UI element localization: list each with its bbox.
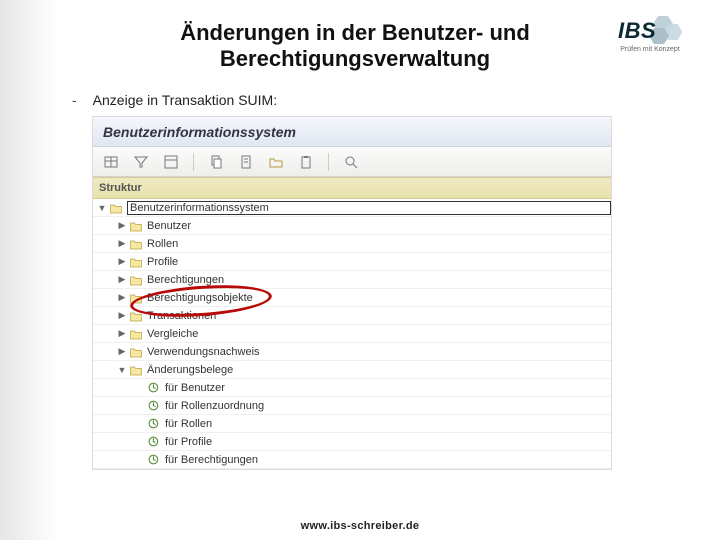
column-header-label: Struktur: [99, 182, 142, 194]
tree-label: Berechtigungsobjekte: [147, 292, 611, 304]
sap-screenshot: Benutzerinformationssystem Struktur ▼ Ben…: [92, 116, 612, 470]
chevron-right-icon[interactable]: ▶: [117, 221, 127, 231]
tree-branch[interactable]: ▶ Verwendungsnachweis: [93, 343, 611, 361]
logo-hex-icon: IBS: [618, 14, 682, 44]
tree-branch[interactable]: ▼ Änderungsbelege: [93, 361, 611, 379]
folder-icon: [129, 363, 143, 377]
bullet-item: - Anzeige in Transaktion SUIM:: [72, 92, 277, 108]
slide-title: Änderungen in der Benutzer- und Berechti…: [125, 20, 585, 73]
folder-icon: [129, 273, 143, 287]
folder-icon: [129, 291, 143, 305]
window-title: Benutzerinformationssystem: [103, 124, 296, 140]
tree-branch[interactable]: ▶ Rollen: [93, 235, 611, 253]
folder-icon: [129, 309, 143, 323]
logo-text: IBS: [618, 18, 656, 44]
slide-left-stripe: [0, 0, 58, 540]
tree-leaf[interactable]: ·für Berechtigungen: [93, 451, 611, 469]
tree-root[interactable]: ▼ Benutzerinformationssystem: [93, 199, 611, 217]
report-icon: [147, 399, 161, 413]
table-icon[interactable]: [101, 152, 121, 172]
tree-label: Änderungsbelege: [147, 364, 611, 376]
toolbar-separator: [193, 153, 194, 171]
tree-branch[interactable]: ▶ Berechtigungen: [93, 271, 611, 289]
tree-branch[interactable]: ▶ Vergleiche: [93, 325, 611, 343]
logo-subtitle: Prüfen mit Konzept: [620, 46, 680, 53]
report-icon: [147, 417, 161, 431]
folder-icon: [129, 255, 143, 269]
tree-label: für Rollenzuordnung: [165, 400, 611, 412]
chevron-right-icon[interactable]: ▶: [117, 275, 127, 285]
folder-icon: [109, 201, 123, 215]
folder-icon[interactable]: [266, 152, 286, 172]
chevron-right-icon[interactable]: ▶: [117, 257, 127, 267]
tree-view: ▼Benutzerinformationssystem▶Benutzer▶Rol…: [93, 199, 611, 469]
tree-branch[interactable]: ▶ Berechtigungsobjekte: [93, 289, 611, 307]
search-icon[interactable]: [341, 152, 361, 172]
folder-icon: [129, 327, 143, 341]
bullet-text: Anzeige in Transaktion SUIM:: [93, 92, 277, 108]
tree-branch[interactable]: ▶ Profile: [93, 253, 611, 271]
clipboard-icon[interactable]: [296, 152, 316, 172]
folder-icon: [129, 345, 143, 359]
tree-label: für Berechtigungen: [165, 454, 611, 466]
bullet-dash: -: [72, 92, 77, 108]
tree-branch[interactable]: ▶ Benutzer: [93, 217, 611, 235]
chevron-right-icon[interactable]: ▶: [117, 293, 127, 303]
window-header: Benutzerinformationssystem: [93, 117, 611, 147]
column-header: Struktur: [93, 177, 611, 199]
tree-label: Transaktionen: [147, 310, 611, 322]
folder-icon: [129, 237, 143, 251]
tree-leaf[interactable]: ·für Profile: [93, 433, 611, 451]
tree-root-label: Benutzerinformationssystem: [127, 201, 611, 215]
tree-label: Verwendungsnachweis: [147, 346, 611, 358]
tree-label: für Rollen: [165, 418, 611, 430]
chevron-down-icon[interactable]: ▼: [117, 365, 127, 375]
page-icon[interactable]: [236, 152, 256, 172]
tree-label: für Profile: [165, 436, 611, 448]
tree-label: Profile: [147, 256, 611, 268]
tree-leaf[interactable]: ·für Rollen: [93, 415, 611, 433]
tree-label: Vergleiche: [147, 328, 611, 340]
toolbar-separator: [328, 153, 329, 171]
tree-label: für Benutzer: [165, 382, 611, 394]
copy-icon[interactable]: [206, 152, 226, 172]
report-icon: [147, 435, 161, 449]
chevron-right-icon[interactable]: ▶: [117, 311, 127, 321]
folder-icon: [129, 219, 143, 233]
chevron-down-icon[interactable]: ▼: [97, 203, 107, 213]
layout-icon[interactable]: [161, 152, 181, 172]
tree-leaf[interactable]: ·für Rollenzuordnung: [93, 397, 611, 415]
chevron-right-icon[interactable]: ▶: [117, 347, 127, 357]
report-icon: [147, 381, 161, 395]
chevron-right-icon[interactable]: ▶: [117, 239, 127, 249]
tree-leaf[interactable]: ·für Benutzer: [93, 379, 611, 397]
logo: IBS Prüfen mit Konzept: [600, 14, 700, 60]
filter-icon[interactable]: [131, 152, 151, 172]
tree-branch[interactable]: ▶ Transaktionen: [93, 307, 611, 325]
tree-label: Rollen: [147, 238, 611, 250]
tree-label: Berechtigungen: [147, 274, 611, 286]
footer-url: www.ibs-schreiber.de: [0, 520, 720, 532]
toolbar: [93, 147, 611, 177]
tree-label: Benutzer: [147, 220, 611, 232]
chevron-right-icon[interactable]: ▶: [117, 329, 127, 339]
report-icon: [147, 453, 161, 467]
